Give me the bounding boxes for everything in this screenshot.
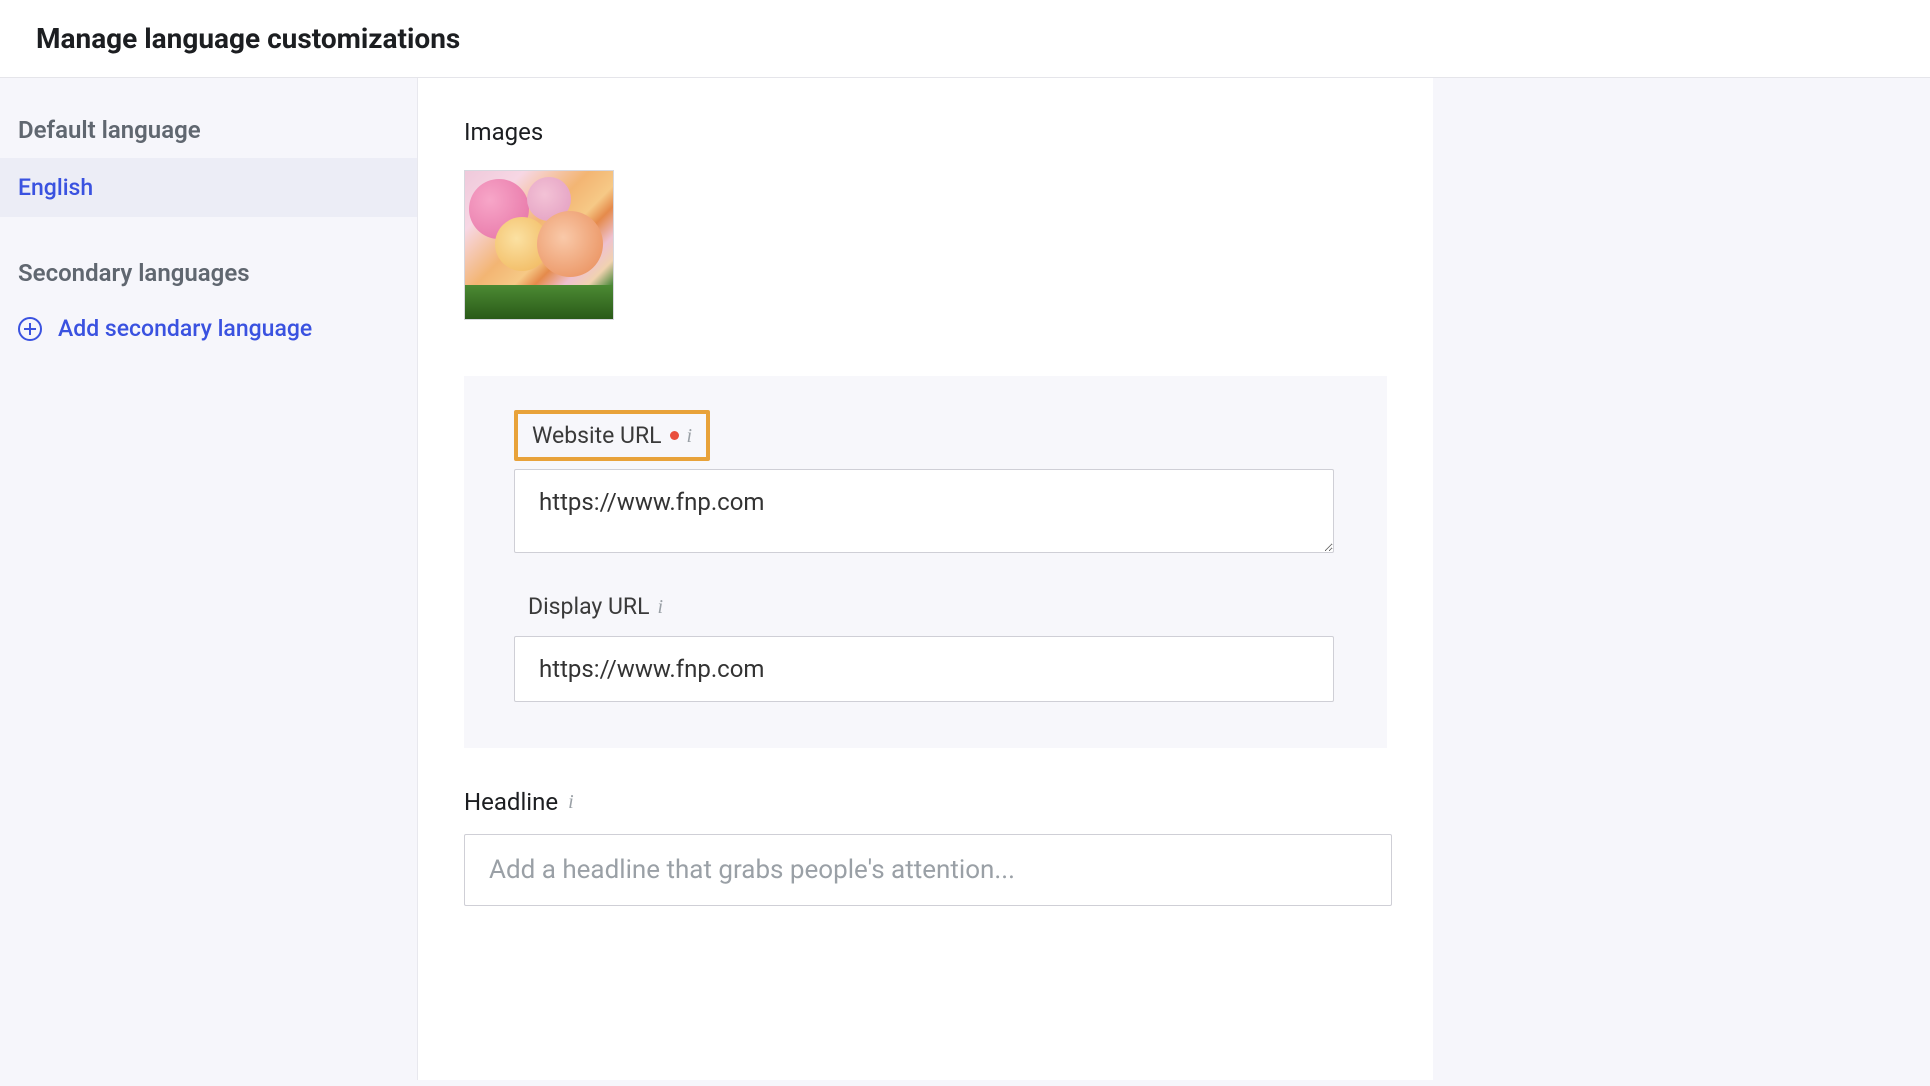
sidebar-secondary-languages-heading: Secondary languages xyxy=(0,249,417,301)
display-url-input[interactable] xyxy=(514,636,1334,702)
url-panel: Website URL i Display URL i xyxy=(464,376,1387,748)
website-url-input[interactable] xyxy=(514,469,1334,553)
display-url-label: Display URL xyxy=(528,593,649,620)
images-section-label: Images xyxy=(464,118,1387,146)
add-secondary-language-button[interactable]: Add secondary language xyxy=(0,301,417,356)
info-icon[interactable]: i xyxy=(568,792,574,812)
plus-circle-icon xyxy=(18,317,42,341)
add-secondary-language-label: Add secondary language xyxy=(58,315,312,342)
headline-input[interactable] xyxy=(464,834,1392,906)
sidebar: Default language English Secondary langu… xyxy=(0,78,418,1080)
info-icon[interactable]: i xyxy=(687,426,693,446)
right-gutter xyxy=(1433,78,1930,1080)
website-url-label: Website URL xyxy=(532,422,662,449)
image-thumbnail[interactable] xyxy=(464,170,614,320)
required-dot-icon xyxy=(670,431,679,440)
display-url-field: Display URL i xyxy=(514,585,1337,702)
sidebar-default-language-heading: Default language xyxy=(0,106,417,158)
headline-label: Headline xyxy=(464,788,558,816)
sidebar-item-english[interactable]: English xyxy=(0,158,417,217)
info-icon[interactable]: i xyxy=(657,597,663,617)
headline-label-row: Headline i xyxy=(464,788,1387,816)
page-title: Manage language customizations xyxy=(36,22,1894,55)
website-url-field: Website URL i xyxy=(514,410,1337,557)
display-url-label-row: Display URL i xyxy=(514,585,677,628)
page-header: Manage language customizations xyxy=(0,0,1930,78)
website-url-label-row: Website URL i xyxy=(514,410,710,461)
main-panel: Images Website URL i Display xyxy=(418,78,1433,1080)
layout: Default language English Secondary langu… xyxy=(0,78,1930,1080)
